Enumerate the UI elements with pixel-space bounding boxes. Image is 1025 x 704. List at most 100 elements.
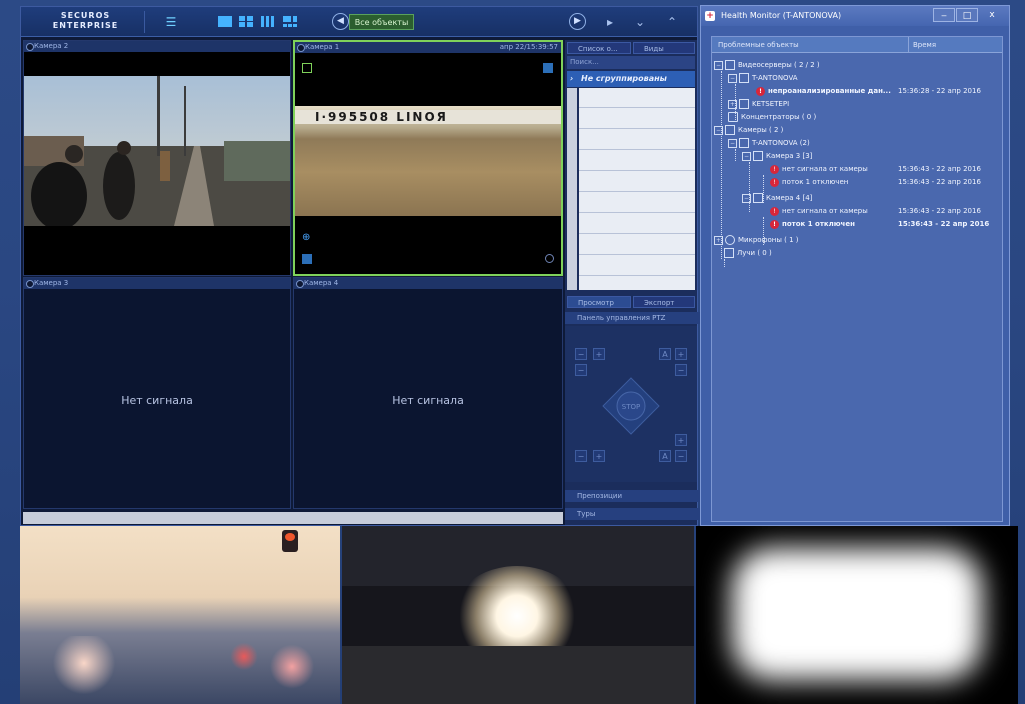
list-item[interactable]: [579, 151, 695, 171]
tree-label: Концентраторы ( 0 ): [741, 113, 817, 121]
next-icon[interactable]: ▶: [569, 13, 586, 30]
tree-time: 15:36:28 - 22 апр 2016: [898, 87, 981, 95]
layout-columns-icon[interactable]: [261, 16, 275, 27]
list-scrollbar[interactable]: [567, 88, 577, 290]
hub-icon: [728, 112, 738, 122]
column-objects[interactable]: Проблемные объекты: [718, 37, 799, 53]
tree-node[interactable]: Концентраторы ( 0 ): [728, 111, 816, 124]
no-signal-text: Нет сигнала: [121, 394, 193, 407]
tree-node[interactable]: − T-ANTONOVA: [728, 72, 798, 85]
ptz-controls: − + − A + − STOP + − + A −: [565, 326, 697, 482]
expand-icon[interactable]: [543, 63, 553, 73]
ptz-panel-header[interactable]: Панель управления PTZ: [565, 312, 701, 324]
tours-section[interactable]: Туры: [565, 508, 701, 520]
tree-node[interactable]: ! нет сигнала от камеры: [770, 205, 868, 218]
camera-header: Камера 1 апр 22/15:39:57: [295, 42, 561, 53]
all-objects-button[interactable]: Все объекты: [349, 14, 414, 30]
list-item[interactable]: [579, 214, 695, 234]
ptz-auto-button[interactable]: A: [659, 450, 671, 462]
blurred-white-light-mask: [696, 526, 1018, 704]
camera-header: Камера 2: [24, 41, 290, 52]
error-icon: !: [770, 206, 779, 216]
presets-section[interactable]: Препозиции: [565, 490, 701, 502]
camera-pane-2[interactable]: Камера 2: [23, 40, 291, 276]
play-icon[interactable]: ▸: [601, 12, 619, 32]
list-item[interactable]: [579, 88, 695, 108]
tree-label: T-ANTONOVA (2): [752, 139, 810, 147]
camera-pane-1[interactable]: Камера 1 апр 22/15:39:57 I·995508 LINOЯ ⊕: [293, 40, 563, 276]
group-ungrouped[interactable]: › Не сгруппированы: [567, 71, 695, 87]
ptz-minus-button[interactable]: −: [675, 450, 687, 462]
ptz-plus-button[interactable]: +: [675, 434, 687, 446]
tree-node[interactable]: Лучи ( 0 ): [714, 247, 772, 260]
tree-node[interactable]: − T-ANTONOVA (2): [728, 137, 810, 150]
minimize-button[interactable]: ‒: [933, 8, 955, 22]
camera-pane-3[interactable]: Камера 3 Нет сигнала: [23, 277, 291, 509]
object-list[interactable]: [579, 88, 695, 290]
tree-node[interactable]: − Камера 4 [4]: [742, 192, 812, 205]
maximize-button[interactable]: □: [956, 8, 978, 22]
blurred-city-traffic-photo: [20, 526, 340, 704]
chevron-up-icon[interactable]: ⌃: [663, 12, 681, 32]
tree-time: 15:36:43 - 22 апр 2016: [898, 178, 981, 186]
chevron-down-icon[interactable]: ⌄: [631, 12, 649, 32]
horizontal-scrollbar[interactable]: [23, 512, 563, 524]
tree-label: нет сигнала от камеры: [782, 165, 868, 173]
list-item[interactable]: [579, 172, 695, 192]
camera-timestamp: апр 22/15:39:57: [499, 43, 558, 51]
ptz-minus-button[interactable]: −: [675, 364, 687, 376]
list-item[interactable]: [579, 130, 695, 150]
settings-circle-icon[interactable]: [545, 254, 554, 263]
securos-window: SECUROS ENTERPRISE ☰ ◀ Все объекты ▶ ▸ ⌄…: [20, 6, 701, 526]
tree-node[interactable]: ! нет сигнала от камеры: [770, 163, 868, 176]
tab-views[interactable]: Виды: [633, 42, 695, 54]
error-icon: !: [770, 164, 779, 174]
record-icon[interactable]: [302, 63, 312, 73]
tree-node[interactable]: ! непроанализированные дан...: [756, 85, 891, 98]
column-time[interactable]: Время: [908, 37, 936, 53]
tree-node[interactable]: ! поток 1 отключен: [770, 176, 848, 189]
list-item[interactable]: [579, 193, 695, 213]
layout-mixed-icon[interactable]: [283, 16, 297, 27]
tab-object-list[interactable]: Список о...: [567, 42, 631, 54]
tree-node[interactable]: ! поток 1 отключен: [770, 218, 855, 231]
ptz-plus-button[interactable]: +: [593, 348, 605, 360]
list-item[interactable]: [579, 235, 695, 255]
tree-label: поток 1 отключен: [782, 220, 855, 228]
tree-node[interactable]: − Камеры ( 2 ): [714, 124, 783, 137]
ptz-plus-button[interactable]: +: [593, 450, 605, 462]
health-monitor-titlebar: + Health Monitor (T-ANTONOVA) ‒ □ x: [701, 6, 1009, 26]
no-signal-text: Нет сигнала: [392, 394, 464, 407]
tree-node[interactable]: + KETSETEPI: [728, 98, 789, 111]
tree-label: Камера 4 [4]: [766, 194, 813, 202]
close-button[interactable]: x: [979, 8, 1005, 22]
camera-pane-4[interactable]: Камера 4 Нет сигнала: [293, 277, 563, 509]
logo-top-text: SECUROS: [60, 11, 111, 20]
tree-node[interactable]: + Микрофоны ( 1 ): [714, 234, 799, 247]
camera-icon: [753, 151, 763, 161]
tree-node[interactable]: − Видеосерверы ( 2 / 2 ): [714, 59, 820, 72]
layout-1x1-icon[interactable]: [218, 16, 232, 27]
ptz-minus-button[interactable]: −: [575, 450, 587, 462]
ptz-minus-button[interactable]: −: [575, 348, 587, 360]
zoom-icon[interactable]: ⊕: [302, 232, 310, 243]
tree-node[interactable]: − Камера 3 [3]: [742, 150, 812, 163]
layout-2x2-icon[interactable]: [239, 16, 253, 27]
tree-label: поток 1 отключен: [782, 178, 849, 186]
ptz-auto-button[interactable]: A: [659, 348, 671, 360]
list-item[interactable]: [579, 109, 695, 129]
ptz-minus-button[interactable]: −: [575, 364, 587, 376]
camera-icon: [725, 125, 735, 135]
tab-export[interactable]: Экспорт: [633, 296, 695, 308]
tab-preview[interactable]: Просмотр: [567, 296, 631, 308]
ptz-joystick[interactable]: STOP: [601, 376, 661, 436]
search-input[interactable]: Поиск...: [567, 56, 695, 69]
snapshot-icon[interactable]: [302, 254, 312, 264]
menu-list-icon[interactable]: ☰: [163, 14, 179, 30]
tree-label: KETSETEPI: [752, 100, 790, 108]
prev-icon[interactable]: ◀: [332, 13, 349, 30]
ptz-plus-button[interactable]: +: [675, 348, 687, 360]
list-item[interactable]: [579, 256, 695, 276]
error-icon: !: [770, 219, 779, 229]
tree-header: Проблемные объекты Время: [712, 37, 1002, 53]
